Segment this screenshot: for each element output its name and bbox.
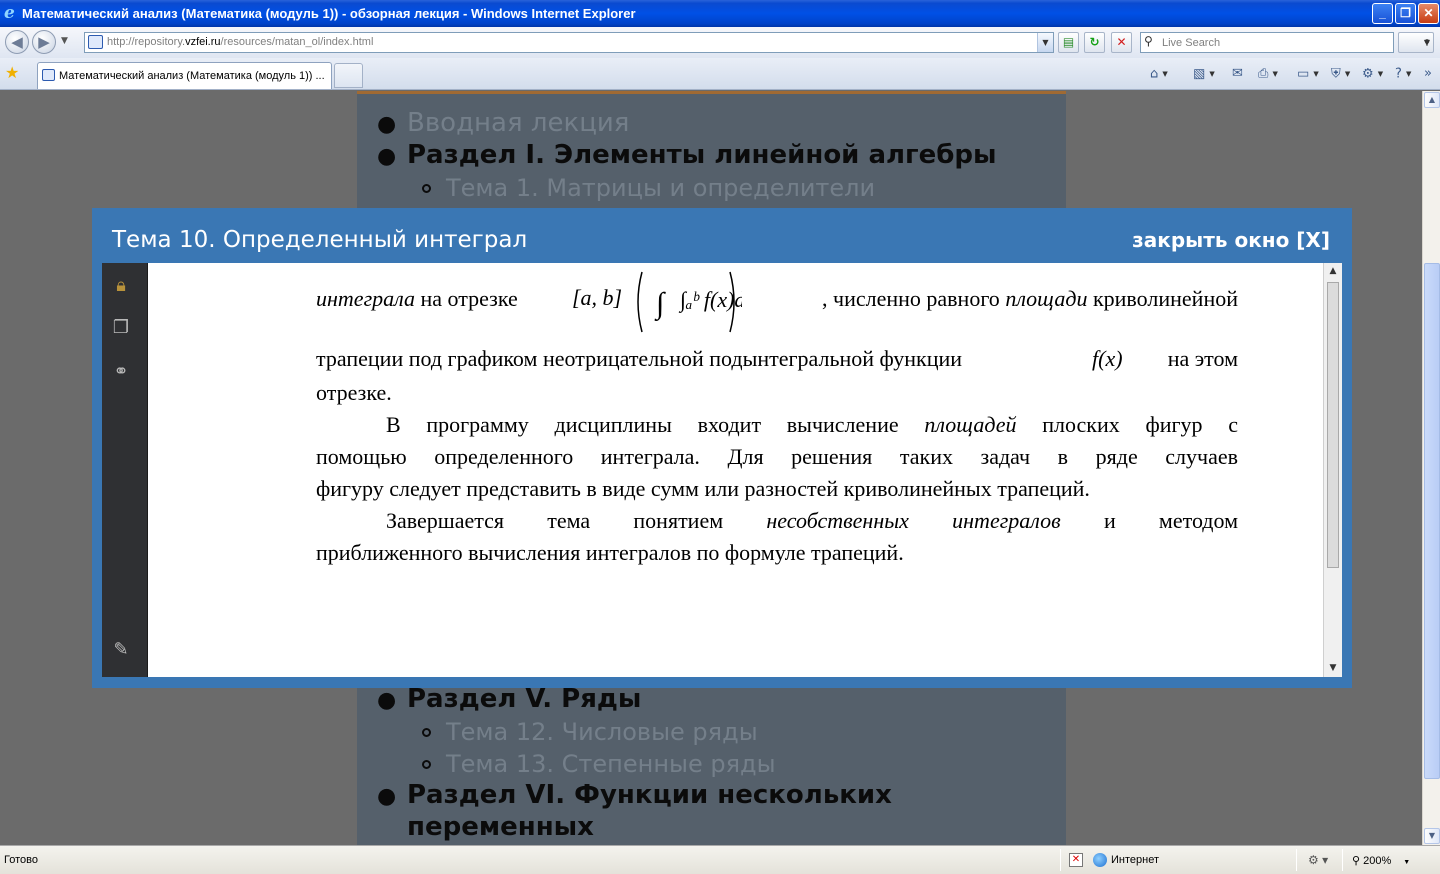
toc-item-intro[interactable]: Вводная лекция — [407, 108, 629, 138]
list-bullet: ● — [377, 688, 397, 713]
pdf-scroll-up-button[interactable]: ▲ — [1326, 264, 1340, 278]
tab-page-icon — [42, 69, 55, 81]
scroll-up-button[interactable]: ▲ — [1424, 92, 1440, 108]
search-input[interactable]: ⚲ Live Search — [1140, 32, 1394, 53]
help-icon[interactable]: ? ▼ — [1395, 63, 1411, 85]
toc-topic-1[interactable]: Тема 1. Матрицы и определители — [446, 174, 875, 202]
protected-mode-icon[interactable]: ⚙ ▾ — [1308, 853, 1328, 867]
toc-topic-12[interactable]: Тема 12. Числовые ряды — [446, 718, 758, 746]
page-menu-icon[interactable]: ▭ ▼ — [1297, 63, 1319, 85]
ie-logo-icon: e — [4, 3, 15, 23]
integral-formula: ∫ ∫ₐᵇ f(x)dx — [637, 271, 742, 333]
page-scrollbar[interactable]: ▲ ▼ — [1422, 91, 1440, 845]
page-icon — [88, 35, 103, 49]
blocked-content-icon[interactable]: ✕ — [1069, 853, 1083, 867]
pdf-scroll-thumb[interactable] — [1327, 282, 1339, 568]
attachment-icon[interactable]: ✎ — [110, 639, 132, 661]
print-icon[interactable]: ⎙ ▼ — [1258, 63, 1278, 85]
pdf-scrollbar[interactable]: ▲ ▼ — [1323, 263, 1342, 677]
compatibility-icon: ▤ — [1062, 35, 1075, 49]
back-arrow-icon: ◀ — [11, 33, 23, 51]
home-icon[interactable]: ⌂ ▼ — [1150, 63, 1168, 85]
favorites-star-icon[interactable]: ★ — [5, 63, 19, 82]
chevron-down-icon: ▼ — [1423, 38, 1430, 47]
toc-topic-13[interactable]: Тема 13. Степенные ряды — [446, 750, 776, 778]
security-zone[interactable]: Интернет — [1111, 854, 1159, 866]
search-button[interactable]: ⚲ ▼ — [1398, 32, 1434, 53]
address-toolbar: ◀ ▶ ▼ http://repository.vzfei.ru/resourc… — [0, 27, 1440, 58]
toc-section-6: Раздел VI. Функции нескольких — [407, 780, 892, 810]
pdf-sidebar: 🔒︎ ❐ ⚭ ✎ — [102, 263, 148, 677]
integral-expression: ∫ₐᵇ f(x)dx — [678, 287, 742, 313]
address-dropdown-button[interactable]: ▼ — [1037, 33, 1053, 52]
address-url[interactable]: http://repository.vzfei.ru/resources/mat… — [107, 36, 373, 48]
stop-button[interactable]: ✕ — [1111, 32, 1132, 53]
doc-line: фигуру следует представить в виде сумм и… — [316, 476, 1090, 501]
modal-title: Тема 10. Определенный интеграл — [112, 227, 528, 253]
doc-line: отрезке. — [316, 380, 392, 405]
live-search-icon: ⚲ — [1144, 34, 1153, 48]
recent-pages-dropdown[interactable]: ▼ — [61, 36, 68, 46]
doc-line: приближенного вычисления интегралов по ф… — [316, 540, 904, 565]
maximize-button[interactable]: ❐ — [1395, 3, 1416, 24]
compatibility-view-button[interactable]: ▤ — [1058, 32, 1079, 53]
function-formula: f(x) — [1092, 346, 1123, 371]
zoom-level[interactable]: ⚲ 200% ▼ — [1352, 854, 1410, 867]
list-circle — [422, 760, 431, 769]
status-text: Готово — [4, 854, 38, 866]
refresh-icon: ↻ — [1089, 35, 1100, 49]
close-window-button[interactable]: ✕ — [1418, 3, 1439, 24]
internet-zone-icon — [1093, 853, 1107, 867]
status-separator — [1296, 849, 1297, 871]
mail-icon[interactable]: ✉ — [1232, 63, 1243, 85]
lecture-modal: Тема 10. Определенный интеграл закрыть о… — [92, 208, 1352, 688]
scroll-down-button[interactable]: ▼ — [1424, 828, 1440, 844]
svg-text:∫: ∫ — [654, 287, 666, 322]
minimize-button[interactable]: _ — [1372, 3, 1393, 24]
tab-bar: ★ Математический анализ (Математика (мод… — [0, 58, 1440, 90]
tab-label: Математический анализ (Математика (модул… — [59, 70, 325, 82]
toolbar-overflow-icon[interactable]: » — [1424, 63, 1432, 85]
status-bar: Готово ✕ Интернет ⚙ ▾ ⚲ 200% ▼ — [0, 845, 1440, 874]
lock-icon[interactable]: 🔒︎ — [110, 275, 132, 297]
pdf-scroll-down-button[interactable]: ▼ — [1326, 661, 1340, 675]
binoculars-icon[interactable]: ⚭ — [110, 361, 132, 383]
tools-icon[interactable]: ⚙ ▼ — [1362, 63, 1383, 85]
window-title-bar: e Математический анализ (Математика (мод… — [0, 0, 1440, 27]
feeds-icon[interactable]: ▧ ▼ — [1193, 63, 1215, 85]
doc-line: помощью определенного интеграла. Для реш… — [316, 444, 1238, 469]
new-tab-button[interactable] — [334, 63, 363, 88]
list-bullet: ● — [377, 784, 397, 809]
back-button[interactable]: ◀ — [5, 30, 29, 54]
close-modal-button[interactable]: закрыть окно [X] — [1132, 228, 1330, 252]
doc-line-tail: , численно равного площади криволинейной — [822, 286, 1238, 311]
search-placeholder: Live Search — [1162, 37, 1221, 49]
forward-arrow-icon: ▶ — [38, 33, 50, 51]
forward-button[interactable]: ▶ — [32, 30, 56, 54]
interval-formula: [a, b] — [572, 285, 623, 310]
doc-line-end: на этом — [1167, 346, 1238, 371]
list-bullet: ● — [377, 144, 397, 169]
list-circle — [422, 728, 431, 737]
pages-icon[interactable]: ❐ — [110, 317, 132, 339]
toc-section-1: Раздел I. Элементы линейной алгебры — [407, 140, 997, 170]
doc-line: Завершается тема понятием несобственных … — [386, 508, 1239, 533]
safety-icon[interactable]: ⛨ ▼ — [1331, 63, 1350, 85]
status-separator — [1060, 849, 1061, 871]
tab-active[interactable]: Математический анализ (Математика (модул… — [37, 62, 332, 89]
window-title: Математический анализ (Математика (модул… — [22, 6, 636, 21]
toc-section-5: Раздел V. Ряды — [407, 684, 642, 714]
pdf-viewer: 🔒︎ ❐ ⚭ ✎ интеграла на отрезке [a, b] ∫ ∫… — [102, 263, 1342, 677]
stop-icon: ✕ — [1116, 35, 1127, 49]
doc-line: В программу дисциплины входит вычисление… — [386, 412, 1238, 437]
refresh-button[interactable]: ↻ — [1084, 32, 1105, 53]
list-circle — [422, 184, 431, 193]
toc-section-6-cont: переменных — [407, 812, 594, 842]
scroll-thumb[interactable] — [1424, 263, 1440, 779]
address-input[interactable]: http://repository.vzfei.ru/resources/mat… — [84, 32, 1054, 53]
status-separator — [1342, 849, 1343, 871]
list-bullet: ● — [377, 112, 397, 137]
